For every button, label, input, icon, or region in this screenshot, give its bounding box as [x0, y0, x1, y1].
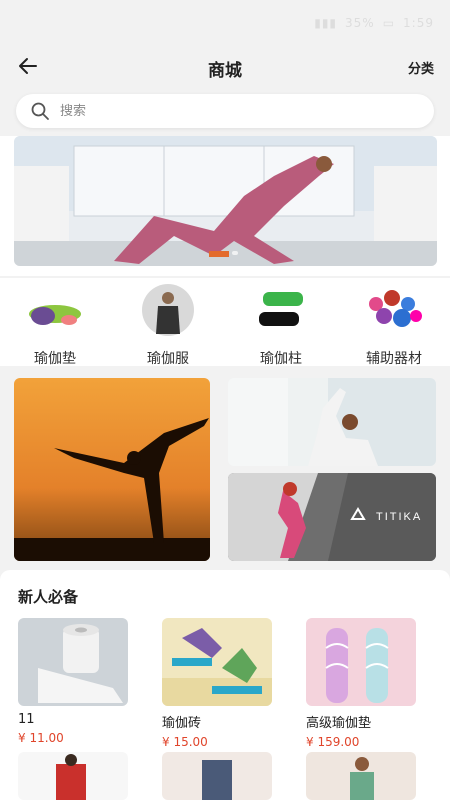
product-card[interactable]: 瑜伽砖 ¥ 15.00	[162, 618, 272, 749]
battery-icon: ▭	[382, 16, 396, 30]
category-bar: 瑜伽垫 瑜伽服 瑜伽柱 辅助器材	[0, 278, 450, 368]
promo-tile-stretch[interactable]	[228, 378, 436, 466]
product-image	[306, 752, 416, 800]
clock: 1:59	[403, 16, 434, 30]
promo-tile-titika[interactable]: TITIKA	[228, 473, 436, 561]
category-item-yoga-mat[interactable]: 瑜伽垫	[0, 284, 110, 368]
yoga-block-image	[162, 618, 272, 706]
paper-roll-image	[18, 618, 128, 706]
section-title: 新人必备	[18, 588, 79, 606]
search-bar[interactable]	[16, 94, 434, 128]
product-name: 瑜伽砖	[162, 716, 202, 731]
product-price: ¥ 15.00	[162, 735, 208, 749]
banner-pager	[214, 251, 238, 255]
product-card[interactable]	[162, 752, 272, 800]
product-card[interactable]	[306, 752, 416, 800]
sunset-yoga-image	[14, 378, 210, 561]
category-item-yoga-wear[interactable]: 瑜伽服	[113, 284, 223, 368]
yoga-balls-icon	[369, 290, 422, 327]
hero-banner[interactable]	[14, 136, 437, 266]
category-label: 瑜伽服	[147, 351, 189, 367]
category-label: 瑜伽垫	[34, 351, 76, 367]
yoga-mat-icon	[29, 305, 81, 325]
stretch-yoga-image	[228, 378, 436, 466]
model-green-image	[306, 752, 416, 800]
pager-dot-active	[214, 251, 228, 255]
foam-roller-icon	[259, 292, 303, 326]
category-button[interactable]: 分类	[408, 58, 434, 77]
page-title: 商城	[208, 61, 242, 81]
product-price: ¥ 11.00	[18, 731, 64, 745]
category-item-foam-roller[interactable]: 瑜伽柱	[226, 284, 336, 368]
yoga-mat-premium-image	[306, 618, 416, 706]
battery-percent: 35%	[345, 16, 375, 30]
product-card[interactable]	[18, 752, 128, 800]
app-header: 商城 分类	[0, 42, 450, 90]
model-hoodie-image	[162, 752, 272, 800]
product-image	[162, 752, 272, 800]
category-item-accessories[interactable]: 辅助器材	[339, 284, 449, 368]
promo-tile-sunset[interactable]	[14, 378, 210, 561]
product-image	[18, 752, 128, 800]
status-indicators: ▮▮▮ 35% ▭ 1:59	[314, 16, 434, 30]
pager-dot	[232, 251, 238, 255]
product-price: ¥ 159.00	[306, 735, 360, 749]
product-image	[306, 618, 416, 706]
product-card[interactable]: 11 ¥ 11.00	[18, 618, 128, 745]
category-label: 瑜伽柱	[260, 351, 302, 367]
new-user-section: 新人必备 11 ¥ 11.00 瑜伽砖 ¥ 15.00 高级瑜伽垫 ¥ 159.…	[0, 570, 450, 800]
promo-brand-text: TITIKA	[376, 511, 423, 523]
search-icon	[31, 102, 49, 120]
product-card[interactable]: 高级瑜伽垫 ¥ 159.00	[306, 618, 416, 749]
product-image	[162, 618, 272, 706]
model-red-image	[18, 752, 128, 800]
signal-icon: ▮▮▮	[314, 16, 338, 30]
banner-image	[14, 136, 437, 266]
yoga-wear-icon	[142, 284, 194, 336]
status-bar: ▮▮▮ 35% ▭ 1:59	[0, 0, 450, 42]
product-image	[18, 618, 128, 706]
product-name: 11	[18, 712, 35, 727]
product-name: 高级瑜伽垫	[306, 716, 372, 731]
search-input[interactable]	[58, 102, 392, 120]
category-label: 辅助器材	[366, 351, 422, 367]
